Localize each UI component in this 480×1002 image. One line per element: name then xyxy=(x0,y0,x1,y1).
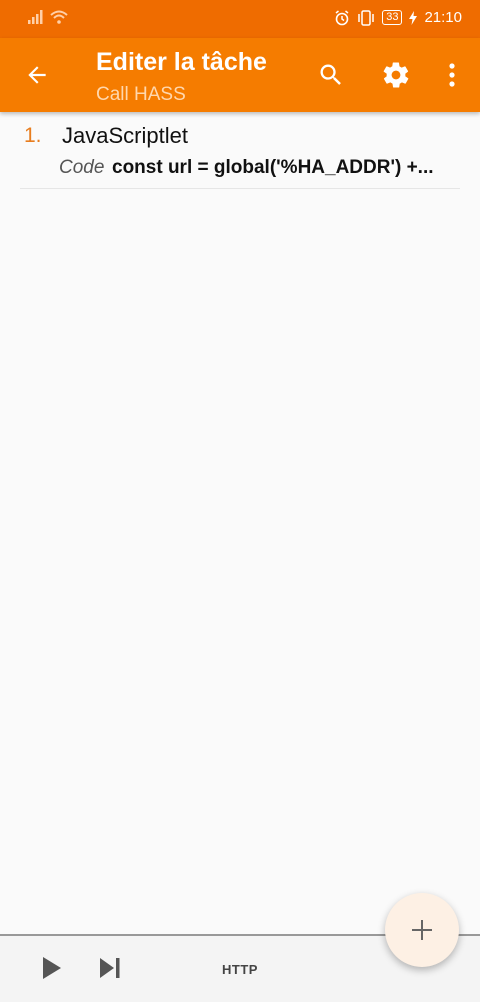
skip-next-icon xyxy=(100,958,120,978)
play-icon xyxy=(43,957,61,979)
page-title: Editer la tâche xyxy=(96,48,267,76)
status-right: 33 21:10 xyxy=(334,9,462,26)
overflow-menu-button[interactable] xyxy=(432,55,472,95)
step-button[interactable] xyxy=(90,948,130,988)
status-bar: 33 21:10 xyxy=(0,0,480,38)
battery-icon: 33 xyxy=(382,10,403,25)
status-time: 21:10 xyxy=(424,9,462,26)
action-number: 1. xyxy=(24,124,42,147)
action-param-label: Code xyxy=(59,157,105,178)
search-button[interactable] xyxy=(311,55,351,95)
more-vert-icon xyxy=(449,63,455,87)
play-button[interactable] xyxy=(32,948,72,988)
back-arrow-icon xyxy=(28,66,46,84)
app-bar: Editer la tâche Call HASS xyxy=(0,38,480,112)
wifi-icon xyxy=(50,10,68,24)
vibrate-icon xyxy=(358,9,374,26)
charging-icon xyxy=(409,10,418,25)
signal-icon xyxy=(28,10,43,24)
back-button[interactable] xyxy=(17,55,57,95)
http-label[interactable]: HTTP xyxy=(222,962,258,977)
settings-gear-icon xyxy=(383,62,409,88)
action-row[interactable]: 1. JavaScriptlet Code const url = global… xyxy=(20,118,460,189)
plus-icon xyxy=(412,920,432,940)
status-left xyxy=(28,10,68,24)
page-subtitle: Call HASS xyxy=(96,84,186,105)
alarm-icon xyxy=(335,9,349,25)
add-action-button[interactable] xyxy=(385,893,459,967)
action-name: JavaScriptlet xyxy=(62,123,188,148)
search-icon xyxy=(320,64,341,85)
settings-button[interactable] xyxy=(376,55,416,95)
action-param-value: const url = global('%HA_ADDR') +... xyxy=(112,157,434,178)
